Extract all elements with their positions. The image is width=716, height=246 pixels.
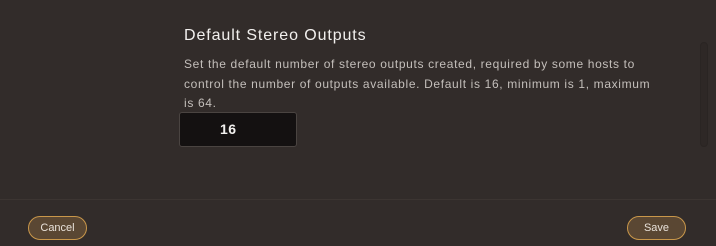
cancel-button[interactable]: Cancel xyxy=(28,216,87,240)
setting-section: Default Stereo Outputs Set the default n… xyxy=(184,26,654,114)
save-button[interactable]: Save xyxy=(627,216,686,240)
setting-description: Set the default number of stereo outputs… xyxy=(184,57,651,110)
setting-title: Default Stereo Outputs xyxy=(184,27,367,44)
stereo-outputs-input[interactable]: 16 xyxy=(179,112,297,147)
scrollbar[interactable] xyxy=(700,42,708,147)
settings-dialog: Default Stereo Outputs Set the default n… xyxy=(0,0,716,246)
footer-divider xyxy=(0,199,716,200)
